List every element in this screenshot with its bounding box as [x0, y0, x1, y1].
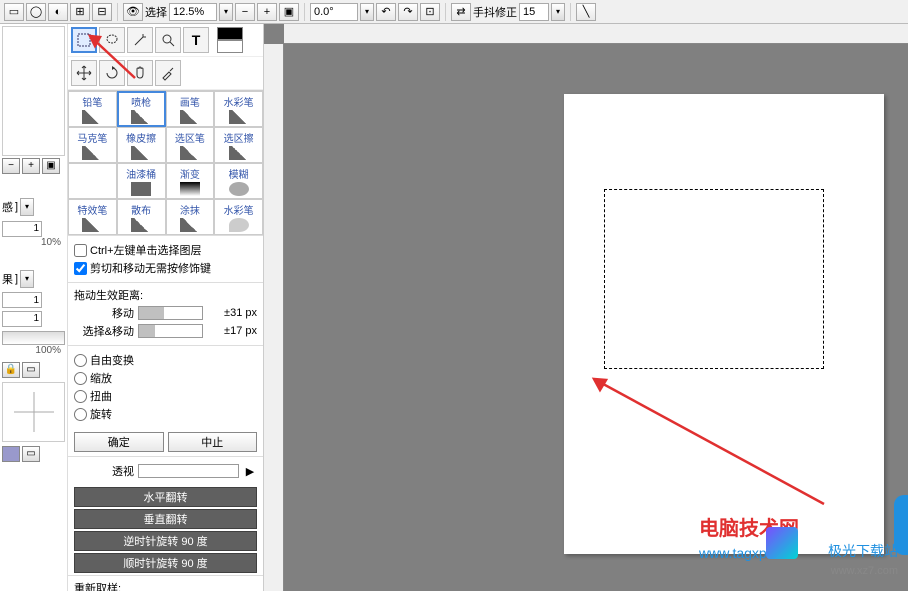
tool-button[interactable]: ⊞ [70, 3, 90, 21]
lock-icon[interactable]: 🔒 [2, 362, 20, 378]
line-tool-icon[interactable]: ╲ [576, 3, 596, 21]
zoom-fit-icon[interactable]: ▣ [279, 3, 299, 21]
swatch-button[interactable]: ▭ [22, 446, 40, 462]
dropdown[interactable]: ▾ [20, 270, 34, 288]
flip-icon[interactable]: ⇄ [451, 3, 471, 21]
tool-button[interactable]: ◐ [48, 3, 68, 21]
cut-move-checkbox[interactable]: 剪切和移动无需按修饰键 [74, 260, 257, 276]
value-input[interactable] [2, 221, 42, 237]
top-toolbar: ▭ ◯ ◐ ⊞ ⊟ 👁 选择 ▾ − + ▣ ▾ ↶ ↷ ⊡ ⇄ 手抖修正 ▾ … [0, 0, 908, 24]
select-move-value: ±17 px [207, 325, 257, 337]
free-transform-radio[interactable]: 自由变换 [74, 352, 257, 368]
rotate-radio[interactable]: 旋转 [74, 406, 257, 422]
brush-watercolor[interactable]: 水彩笔 [214, 91, 263, 127]
navigator-thumb[interactable] [2, 26, 65, 156]
ruler-horizontal [284, 24, 908, 44]
select-move-slider[interactable] [138, 324, 203, 338]
brush-watercolor2[interactable]: 水彩笔 [214, 199, 263, 235]
brush-select-eraser[interactable]: 选区擦 [214, 127, 263, 163]
move-value: ±31 px [207, 307, 257, 319]
plus-button[interactable]: + [22, 158, 40, 174]
brush-grid: 铅笔 喷枪 画笔 水彩笔 马克笔 橡皮擦 选区笔 选区擦 油漆桶 渐变 模糊 特… [68, 90, 263, 235]
brush-scatter[interactable]: 散布 [117, 199, 166, 235]
ccw90-button[interactable]: 逆时针旋转 90 度 [74, 531, 257, 551]
brush-bucket[interactable]: 油漆桶 [117, 163, 166, 199]
select-move-label: 选择&移动 [74, 323, 134, 339]
resample-label: 重新取样: [74, 580, 257, 591]
zoom-tool[interactable] [155, 27, 181, 53]
drag-effect-label: 拖动生效距离: [74, 287, 257, 303]
stabilizer-input[interactable] [519, 3, 549, 21]
slider[interactable] [2, 331, 65, 345]
ruler-vertical [264, 44, 284, 591]
brush-effect[interactable]: 特效笔 [68, 199, 117, 235]
color-swatch[interactable] [217, 27, 243, 53]
ctrl-click-checkbox[interactable]: Ctrl+左键单击选择图层 [74, 242, 257, 258]
eye-icon[interactable]: 👁 [123, 3, 143, 21]
logo-icon [766, 527, 798, 559]
angle-dropdown[interactable]: ▾ [360, 3, 374, 21]
scale-radio[interactable]: 缩放 [74, 370, 257, 386]
flip-v-button[interactable]: 垂直翻转 [74, 509, 257, 529]
brush-blur[interactable]: 模糊 [214, 163, 263, 199]
minus-button[interactable]: − [2, 158, 20, 174]
stabilizer-dropdown[interactable]: ▾ [551, 3, 565, 21]
cancel-button[interactable]: 中止 [168, 432, 258, 452]
move-slider[interactable] [138, 306, 203, 320]
preview [2, 382, 65, 442]
ok-button[interactable]: 确定 [74, 432, 164, 452]
canvas-area[interactable]: 电脑技术网 www.tagxp.com TAG 极光下载站 www.xz7.co… [264, 24, 908, 591]
percent-label: 100% [2, 345, 65, 356]
eyedropper-tool[interactable] [155, 60, 181, 86]
move-label: 移动 [74, 305, 134, 321]
brush-empty[interactable] [68, 163, 117, 199]
brush-brush[interactable]: 画笔 [166, 91, 215, 127]
perspective-label: 透视 [74, 463, 134, 479]
zoom-in-icon[interactable]: + [257, 3, 277, 21]
left-sidebar: − + ▣ 感]▾ 10% 果]▾ 100% 🔒 ▭ ▭ [0, 24, 68, 591]
annotation-arrow [564, 364, 844, 524]
value-input[interactable] [2, 292, 42, 308]
color-swatch[interactable] [2, 446, 20, 462]
select-label: 选择 [145, 4, 167, 20]
brush-gradient[interactable]: 渐变 [166, 163, 215, 199]
result-label: 果 [2, 271, 13, 287]
brush-pencil[interactable]: 铅笔 [68, 91, 117, 127]
rotate-reset-icon[interactable]: ⊡ [420, 3, 440, 21]
sensitivity-label: 感 [2, 199, 13, 215]
watermark-site-url: www.xz7.com [831, 565, 898, 577]
distort-radio[interactable]: 扭曲 [74, 388, 257, 404]
square-button[interactable]: ▣ [42, 158, 60, 174]
dropdown[interactable]: ▾ [20, 198, 34, 216]
watermark-site: 极光下载站 [828, 541, 898, 561]
zoom-dropdown[interactable]: ▾ [219, 3, 233, 21]
annotation-arrow [80, 28, 150, 88]
tool-button[interactable]: ⊟ [92, 3, 112, 21]
cw90-button[interactable]: 顺时针旋转 90 度 [74, 553, 257, 573]
brush-marker[interactable]: 马克笔 [68, 127, 117, 163]
perspective-slider[interactable] [138, 464, 239, 478]
brush-airbrush[interactable]: 喷枪 [117, 91, 166, 127]
stabilizer-label: 手抖修正 [473, 4, 517, 20]
tool-button[interactable]: ◯ [26, 3, 46, 21]
value-input[interactable] [2, 311, 42, 327]
tool-button[interactable]: ▭ [4, 3, 24, 21]
brush-smudge[interactable]: 涂抹 [166, 199, 215, 235]
tool-panel: T 铅笔 喷枪 画笔 水彩笔 马克笔 橡皮擦 选区笔 选区擦 油漆桶 渐变 模糊… [68, 24, 264, 591]
selection-rect[interactable] [604, 189, 824, 369]
text-tool[interactable]: T [183, 27, 209, 53]
rotate-cw-icon[interactable]: ↷ [398, 3, 418, 21]
flip-h-button[interactable]: 水平翻转 [74, 487, 257, 507]
zoom-input[interactable] [169, 3, 217, 21]
reset-icon[interactable]: ▶ [243, 465, 257, 478]
brush-eraser[interactable]: 橡皮擦 [117, 127, 166, 163]
add-icon[interactable]: ▭ [22, 362, 40, 378]
brush-select-pen[interactable]: 选区笔 [166, 127, 215, 163]
crosshair-icon [14, 392, 54, 432]
zoom-out-icon[interactable]: − [235, 3, 255, 21]
rotate-ccw-icon[interactable]: ↶ [376, 3, 396, 21]
percent-label: 10% [2, 237, 65, 248]
angle-input[interactable] [310, 3, 358, 21]
